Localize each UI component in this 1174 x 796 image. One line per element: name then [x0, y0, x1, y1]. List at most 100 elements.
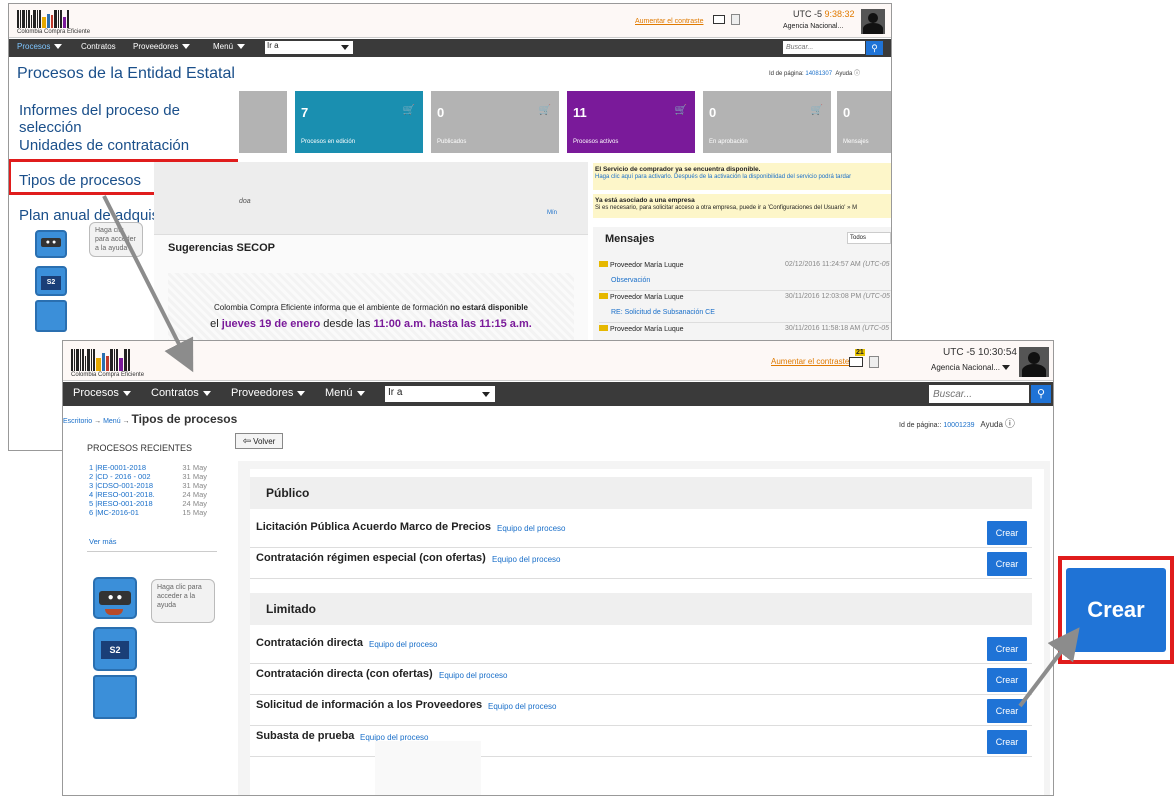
back-header: Colombia Compra Eficiente Aumentar el co… — [9, 4, 891, 38]
process-type-name: Contratación directa — [256, 637, 363, 649]
robot-eyes-icon: ● ● — [99, 591, 131, 605]
tile-number: 11 — [573, 105, 587, 120]
back-page-id: Id de página: 14081307 Ayuda ⓘ — [769, 71, 861, 77]
front-contrast-link[interactable]: Aumentar el contraste — [771, 357, 849, 366]
stat-tile[interactable]: 11 🛒 Procesos activos — [567, 91, 695, 153]
back-avatar[interactable] — [861, 9, 885, 34]
front-nav-menu[interactable]: Menú — [325, 387, 365, 399]
crear-button[interactable]: Crear — [987, 730, 1027, 754]
back-help-bubble: Haga clic para acceder a la ayuda — [89, 222, 143, 257]
front-avatar[interactable] — [1019, 347, 1049, 377]
crear-callout-frame: Crear — [1058, 556, 1174, 664]
menu-item-informes[interactable]: Informes del proceso de selección — [19, 102, 241, 136]
team-link[interactable]: Equipo del proceso — [439, 671, 508, 680]
front-page-id: Id de página:: 10001239 Ayuda ⓘ — [899, 419, 1015, 430]
back-nav-contratos[interactable]: Contratos — [81, 42, 116, 51]
process-type-row: Solicitud de información a los Proveedor… — [250, 695, 1032, 726]
section-header: Público — [250, 477, 1032, 509]
back-nav-menu[interactable]: Menú — [213, 42, 246, 51]
process-type-row: Licitación Pública Acuerdo Marco de Prec… — [250, 517, 1032, 548]
document-icon[interactable] — [869, 356, 879, 368]
process-type-name: Licitación Pública Acuerdo Marco de Prec… — [256, 521, 491, 533]
envelope-icon — [599, 325, 608, 331]
recent-title: PROCESOS RECIENTES — [87, 443, 193, 453]
message-subject[interactable]: RE: Solicitud de Subsanación CE — [611, 309, 891, 316]
team-link[interactable]: Equipo del proceso — [369, 640, 438, 649]
menu-item-unidades[interactable]: Unidades de contratación — [19, 137, 189, 154]
see-more-link[interactable]: Ver más — [89, 537, 117, 546]
front-agency-label[interactable]: Agencia Nacional... — [931, 363, 1011, 372]
recent-item[interactable]: 6 |MC-2016-01 15 May — [89, 509, 207, 518]
team-link[interactable]: Equipo del proceso — [488, 702, 557, 711]
message-date: 02/12/2016 11:24:57 AM (UTC-05 — [785, 261, 890, 268]
front-screenshot: Colombia Compra Eficiente Aumentar el co… — [62, 340, 1054, 796]
team-link[interactable]: Equipo del proceso — [497, 524, 566, 533]
crear-button[interactable]: Crear — [987, 552, 1027, 576]
robot-badge: S2 — [101, 641, 129, 659]
back-arrow-icon: ⇦ — [242, 435, 252, 447]
stat-tile[interactable]: 7 🛒 Procesos en edición — [295, 91, 423, 153]
front-utc-label: UTC -5 10:30:54 — [943, 347, 1017, 358]
envelope-icon — [599, 293, 608, 299]
front-goto-select[interactable]: Ir a — [385, 386, 495, 402]
front-header: Colombia Compra Eficiente Aumentar el co… — [63, 341, 1053, 381]
process-types-inner: Público Licitación Pública Acuerdo Marco … — [250, 469, 1044, 795]
process-type-row: Contratación régimen especial (con ofert… — [250, 548, 1032, 579]
message-subject[interactable]: Observación — [611, 277, 891, 284]
crear-button[interactable]: Crear — [987, 521, 1027, 545]
stat-tile[interactable]: 0 🛒 Publicados — [431, 91, 559, 153]
help-icon[interactable]: ⓘ — [1005, 419, 1015, 430]
help-icon[interactable]: ⓘ — [854, 71, 860, 77]
message-sender: Proveedor María Luque — [610, 294, 684, 301]
mail-badge: 21 — [855, 349, 865, 356]
stat-tile[interactable]: 0 🛒 En aprobación — [703, 91, 831, 153]
crear-button[interactable]: Crear — [987, 637, 1027, 661]
back-help-robot[interactable]: ● ● S2 Haga clic para acceder a la ayuda — [21, 222, 143, 336]
tile-number: 0 — [709, 105, 717, 120]
process-type-row: Contratación directa Equipo del proceso … — [250, 633, 1032, 664]
crear-callout-button[interactable]: Crear — [1066, 568, 1166, 652]
sugerencias-line1: Colombia Compra Eficiente informa que el… — [214, 303, 528, 312]
message-row[interactable]: Proveedor María Luque 02/12/2016 11:24:5… — [599, 261, 891, 291]
front-search-button[interactable]: ⚲ — [1031, 385, 1051, 403]
front-search-input[interactable] — [929, 385, 1029, 403]
breadcrumb-menu[interactable]: Menú — [103, 418, 121, 425]
bottom-cover — [375, 741, 481, 795]
robot-eyes-icon: ● ● — [41, 238, 61, 247]
mensajes-filter[interactable]: Todos — [847, 232, 891, 244]
sugerencias-title: Sugerencias SECOP — [168, 242, 275, 254]
back-agency-label[interactable]: Agencia Nacional... — [783, 23, 843, 30]
front-nav-contratos[interactable]: Contratos — [151, 387, 211, 399]
front-nav-proveedores[interactable]: Proveedores — [231, 387, 306, 399]
message-date: 30/11/2016 12:03:08 PM (UTC-05 — [785, 293, 890, 300]
back-contrast-link[interactable]: Aumentar el contraste — [635, 18, 703, 25]
message-sender: Proveedor María Luque — [610, 326, 684, 333]
tile-label: Mensajes — [843, 139, 869, 145]
section-header: Limitado — [250, 593, 1032, 625]
tile-label: Procesos activos — [573, 139, 619, 145]
message-row[interactable]: Proveedor María Luque 30/11/2016 12:03:0… — [599, 293, 891, 323]
back-nav-procesos[interactable]: Procesos — [17, 42, 63, 51]
front-nav-procesos[interactable]: Procesos — [73, 387, 131, 399]
crear-button[interactable]: Crear — [987, 699, 1027, 723]
front-navbar: Procesos Contratos Proveedores Menú Ir a… — [63, 382, 1053, 406]
mail-icon[interactable] — [849, 357, 863, 367]
stat-tile[interactable]: 0 🛒 Mensajes — [837, 91, 891, 153]
sugerencias-line2: el jueves 19 de enero desde las 11:00 a.… — [210, 318, 532, 330]
notice-1[interactable]: El Servicio de comprador ya se encuentra… — [593, 163, 891, 190]
back-search-button[interactable]: ⚲ — [866, 41, 883, 55]
back-navbar: Procesos Contratos Proveedores Menú Ir a… — [9, 39, 891, 57]
team-link[interactable]: Equipo del proceso — [492, 555, 561, 564]
document-icon[interactable] — [731, 14, 740, 25]
back-search-input[interactable] — [783, 41, 865, 54]
search-icon: ⚲ — [1036, 388, 1046, 400]
back-logo: Colombia Compra Eficiente — [17, 10, 90, 35]
crear-button[interactable]: Crear — [987, 668, 1027, 692]
front-help-robot[interactable]: ● ● S2 Haga clic para acceder a la ayuda — [85, 571, 225, 721]
process-type-name: Contratación régimen especial (con ofert… — [256, 552, 486, 564]
mail-icon[interactable] — [713, 15, 725, 24]
back-goto-select[interactable]: Ir a — [265, 41, 353, 54]
volver-button[interactable]: ⇦ Volver — [235, 433, 283, 449]
back-nav-proveedores[interactable]: Proveedores — [133, 42, 191, 51]
breadcrumb-escritorio[interactable]: Escritorio — [63, 418, 92, 425]
